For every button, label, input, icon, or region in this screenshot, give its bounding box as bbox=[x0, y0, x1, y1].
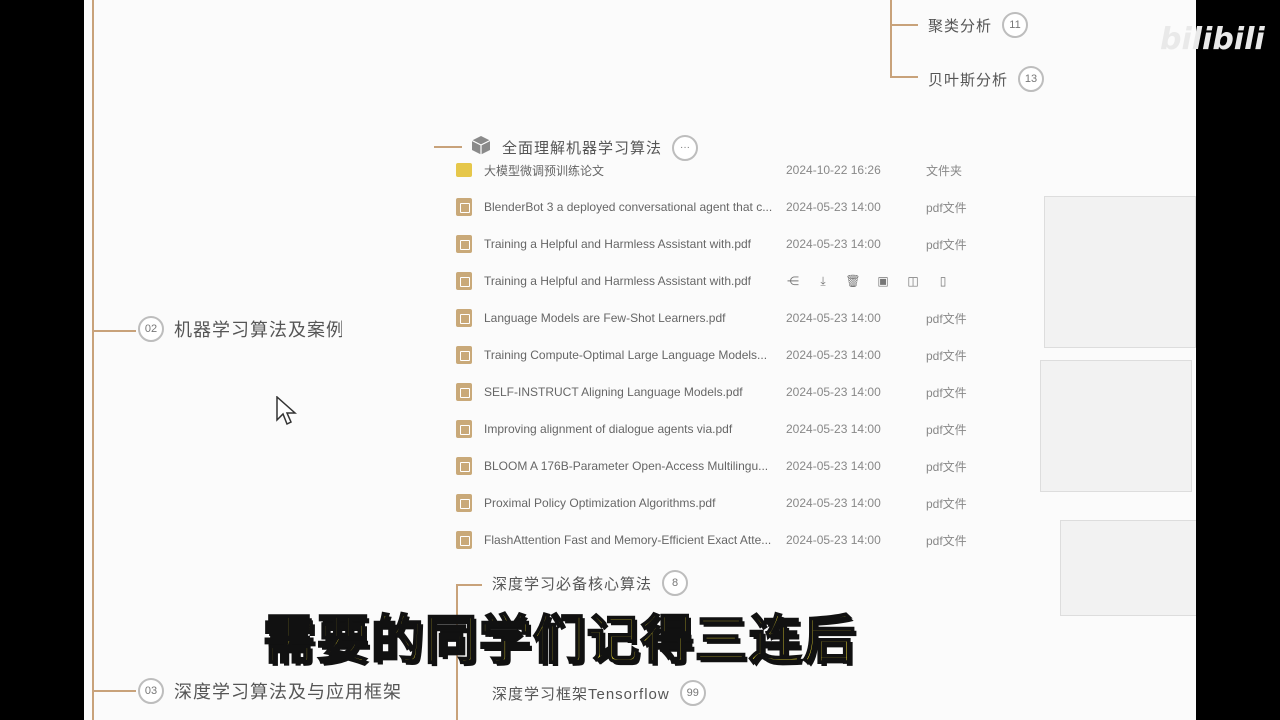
branch-line bbox=[456, 584, 482, 586]
download-icon[interactable]: ⤓ bbox=[816, 274, 830, 288]
folder-icon bbox=[456, 163, 472, 177]
branch-line bbox=[94, 690, 136, 692]
node-label: 深度学习必备核心算法 bbox=[492, 575, 653, 593]
file-type: pdf文件 bbox=[926, 348, 967, 363]
file-row[interactable]: Proximal Policy Optimization Algorithms.… bbox=[448, 485, 988, 521]
file-date: 2024-05-23 14:00 bbox=[786, 311, 881, 325]
share-icon[interactable]: ⋲ bbox=[786, 274, 800, 288]
branch-line bbox=[434, 146, 462, 148]
file-name: Training Compute-Optimal Large Language … bbox=[484, 348, 768, 362]
file-date: 2024-10-22 16:26 bbox=[786, 163, 881, 177]
node-section-02[interactable]: 02 机器学习算法及案例 bbox=[138, 316, 342, 342]
branch-line bbox=[890, 0, 892, 76]
pdf-file-icon bbox=[456, 494, 472, 512]
file-date: 2024-05-23 14:00 bbox=[786, 459, 881, 473]
file-type: pdf文件 bbox=[926, 200, 967, 215]
node-label: 深度学习框架Tensorflow bbox=[492, 685, 670, 703]
file-actions: ⋲ ⤓ 🗑 ▣ ◫ ▯ bbox=[786, 274, 950, 289]
file-row[interactable]: Training a Helpful and Harmless Assistan… bbox=[448, 226, 988, 262]
node-bayes-analysis[interactable]: 贝叶斯分析 13 bbox=[928, 66, 1045, 92]
file-type: pdf文件 bbox=[926, 533, 967, 548]
file-type: pdf文件 bbox=[926, 237, 967, 252]
file-name: BLOOM A 176B-Parameter Open-Access Multi… bbox=[484, 459, 769, 473]
pdf-file-icon bbox=[456, 531, 472, 549]
node-tensorflow[interactable]: 深度学习框架Tensorflow 99 bbox=[492, 680, 706, 706]
file-name: SELF-INSTRUCT Aligning Language Models.p… bbox=[484, 385, 743, 399]
file-name: 大模型微调预训练论文 bbox=[484, 163, 605, 178]
node-label: 深度学习算法及与应用框架 bbox=[174, 682, 402, 702]
delete-icon[interactable]: 🗑 bbox=[845, 274, 860, 288]
file-row[interactable]: Language Models are Few-Shot Learners.pd… bbox=[448, 300, 988, 336]
file-name: Improving alignment of dialogue agents v… bbox=[484, 422, 733, 436]
pdf-file-icon bbox=[456, 383, 472, 401]
node-section-03[interactable]: 03 深度学习算法及与应用框架 bbox=[138, 678, 402, 704]
preview-thumbnail bbox=[1044, 196, 1196, 348]
pdf-file-icon bbox=[456, 272, 472, 290]
file-name: Training a Helpful and Harmless Assistan… bbox=[484, 274, 752, 288]
pdf-file-icon bbox=[456, 420, 472, 438]
folder-row[interactable]: 大模型微调预训练论文 2024-10-22 16:26 文件夹 bbox=[448, 152, 988, 188]
pdf-file-icon bbox=[456, 309, 472, 327]
node-cluster-analysis[interactable]: 聚类分析 11 bbox=[928, 12, 1029, 38]
file-row[interactable]: BLOOM A 176B-Parameter Open-Access Multi… bbox=[448, 448, 988, 484]
file-name: BlenderBot 3 a deployed conversational a… bbox=[484, 200, 773, 214]
node-count-badge: 99 bbox=[679, 680, 706, 706]
file-row[interactable]: Training a Helpful and Harmless Assistan… bbox=[448, 263, 988, 299]
file-type: pdf文件 bbox=[926, 311, 967, 326]
node-label: 贝叶斯分析 bbox=[928, 71, 1009, 89]
file-date: 2024-05-23 14:00 bbox=[786, 533, 881, 547]
preview-thumbnail bbox=[1040, 360, 1192, 492]
file-row[interactable]: SELF-INSTRUCT Aligning Language Models.p… bbox=[448, 374, 988, 410]
node-label: 聚类分析 bbox=[928, 17, 993, 35]
file-row[interactable]: Improving alignment of dialogue agents v… bbox=[448, 411, 988, 447]
node-count-badge: 8 bbox=[662, 570, 689, 596]
node-count-badge: 11 bbox=[1002, 12, 1029, 38]
file-row[interactable]: FlashAttention Fast and Memory-Efficient… bbox=[448, 522, 988, 558]
file-date: 2024-05-23 14:00 bbox=[786, 200, 881, 214]
file-type: pdf文件 bbox=[926, 496, 967, 511]
branch-line bbox=[890, 24, 918, 26]
mobile-icon[interactable]: ▯ bbox=[936, 274, 950, 288]
mouse-cursor-icon bbox=[276, 396, 297, 426]
node-deep-core-algorithms[interactable]: 深度学习必备核心算法 8 bbox=[492, 570, 689, 596]
file-name: FlashAttention Fast and Memory-Efficient… bbox=[484, 533, 772, 547]
node-count-badge: 13 bbox=[1018, 66, 1045, 92]
rename-icon[interactable]: ▣ bbox=[876, 274, 890, 288]
pdf-file-icon bbox=[456, 235, 472, 253]
node-label: 机器学习算法及案例 bbox=[174, 320, 342, 340]
file-list-panel: 大模型微调预训练论文 2024-10-22 16:26 文件夹 BlenderBot … bbox=[448, 152, 988, 564]
section-number-badge: 02 bbox=[138, 316, 164, 342]
branch-line bbox=[92, 0, 94, 720]
file-type: pdf文件 bbox=[926, 385, 967, 400]
file-date: 2024-05-23 14:00 bbox=[786, 496, 881, 510]
file-date: 2024-05-23 14:00 bbox=[786, 385, 881, 399]
file-type: pdf文件 bbox=[926, 459, 967, 474]
video-subtitle: 需要的同学们记得三连后 bbox=[262, 610, 857, 672]
file-date: 2024-05-23 14:00 bbox=[786, 348, 881, 362]
file-date: 2024-05-23 14:00 bbox=[786, 422, 881, 436]
file-type: 文件夹 bbox=[926, 163, 963, 178]
pdf-file-icon bbox=[456, 346, 472, 364]
save-icon[interactable]: ◫ bbox=[906, 274, 920, 288]
file-name: Proximal Policy Optimization Algorithms.… bbox=[484, 496, 716, 510]
preview-thumbnail bbox=[1060, 520, 1196, 616]
bilibili-watermark: bilibili bbox=[1160, 22, 1265, 57]
file-date: 2024-05-23 14:00 bbox=[786, 237, 881, 251]
section-number-badge: 03 bbox=[138, 678, 164, 704]
file-name: Language Models are Few-Shot Learners.pd… bbox=[484, 311, 726, 325]
file-row[interactable]: BlenderBot 3 a deployed conversational a… bbox=[448, 189, 988, 225]
branch-line bbox=[890, 76, 918, 78]
file-type: pdf文件 bbox=[926, 422, 967, 437]
file-name: Training a Helpful and Harmless Assistan… bbox=[484, 237, 752, 251]
pdf-file-icon bbox=[456, 198, 472, 216]
pdf-file-icon bbox=[456, 457, 472, 475]
file-row[interactable]: Training Compute-Optimal Large Language … bbox=[448, 337, 988, 373]
branch-line bbox=[94, 330, 136, 332]
